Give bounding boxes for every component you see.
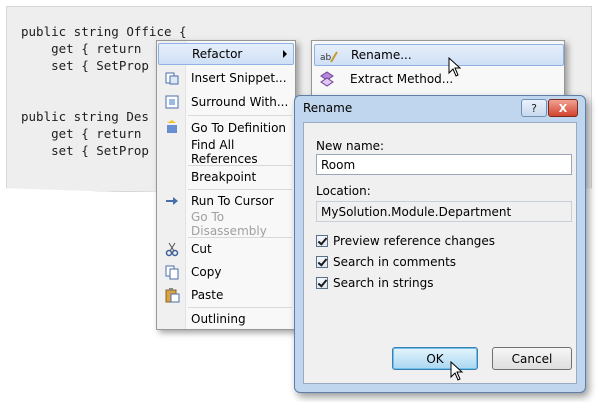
submenu-item-label: Extract Method...	[350, 72, 454, 86]
menu-item-label: Paste	[191, 288, 224, 302]
menu-item-label: Copy	[191, 265, 222, 279]
menu-item-label: Find All References	[191, 138, 258, 166]
search-in-strings-checkbox[interactable]: Search in strings	[316, 275, 434, 291]
checkbox-checked-icon	[316, 235, 328, 247]
checkbox-label: Search in comments	[333, 255, 457, 269]
definition-icon	[164, 120, 180, 136]
code-line-6: get { return	[21, 126, 142, 141]
snippet-icon	[164, 70, 180, 86]
dialog-body: New name: Room Location: MySolution.Modu…	[303, 122, 577, 384]
submenu-item-extract-method[interactable]: Extract Method...	[314, 68, 564, 90]
location-label: Location:	[316, 184, 371, 198]
menu-item-breakpoint[interactable]: Breakpoint	[158, 166, 294, 188]
menu-item-label: Insert Snippet...	[191, 71, 287, 85]
new-name-input[interactable]: Room	[316, 154, 572, 175]
svg-text:ab: ab	[320, 53, 332, 63]
paste-icon	[164, 287, 180, 303]
menu-item-label: Surround With...	[191, 95, 289, 109]
code-line-2: get { return	[21, 41, 142, 56]
new-name-label: New name:	[316, 139, 385, 153]
refactor-submenu: ab Rename... Extract Method...	[311, 40, 565, 98]
menu-item-label: Outlining	[191, 312, 246, 326]
code-line-7: set { SetProp	[21, 143, 149, 158]
menu-item-label: Run To Cursor	[191, 194, 274, 208]
location-field: MySolution.Module.Department	[316, 201, 572, 222]
copy-icon	[164, 264, 180, 280]
menu-item-label: Go To Definition	[191, 121, 287, 135]
checkbox-checked-icon	[316, 256, 328, 268]
dialog-title: Rename	[303, 101, 353, 115]
checkbox-checked-icon	[316, 277, 328, 289]
checkbox-label: Search in strings	[333, 276, 434, 290]
menu-item-refactor[interactable]: Refactor	[158, 43, 294, 65]
submenu-arrow-icon	[283, 50, 287, 58]
menu-item-label: Breakpoint	[191, 170, 257, 184]
close-button[interactable]: X	[548, 99, 578, 117]
menu-item-go-to-disassembly[interactable]: Go To Disassembly	[158, 210, 294, 238]
surround-icon	[164, 94, 180, 110]
menu-item-label: Refactor	[192, 47, 243, 61]
rename-dialog: Rename ? X New name: Room Location: MySo…	[294, 95, 586, 393]
menu-item-run-to-cursor[interactable]: Run To Cursor	[158, 190, 294, 212]
menu-item-label: Cut	[191, 242, 212, 256]
menu-item-find-all-references[interactable]: Find All References	[158, 138, 294, 166]
run-cursor-icon	[164, 193, 180, 209]
code-line-1: public string Office {	[21, 24, 187, 39]
mouse-pointer-icon	[448, 57, 462, 77]
menu-item-paste[interactable]: Paste	[158, 284, 294, 306]
search-in-comments-checkbox[interactable]: Search in comments	[316, 254, 456, 270]
menu-item-surround-with[interactable]: Surround With...	[158, 91, 294, 113]
menu-item-outlining[interactable]: Outlining	[158, 308, 294, 330]
menu-item-cut[interactable]: Cut	[158, 238, 294, 260]
code-line-3: set { SetProp	[21, 58, 149, 73]
menu-item-label: Go To Disassembly	[191, 210, 267, 238]
extract-method-icon	[319, 71, 335, 87]
mouse-pointer-icon	[450, 361, 464, 381]
preview-reference-changes-checkbox[interactable]: Preview reference changes	[316, 233, 495, 249]
code-line-5: public string Des	[21, 109, 149, 124]
submenu-item-label: Rename...	[351, 48, 412, 62]
scissors-icon	[164, 241, 180, 257]
rename-icon: ab	[320, 48, 338, 64]
checkbox-label: Preview reference changes	[333, 234, 496, 248]
menu-separator	[188, 115, 292, 116]
menu-item-insert-snippet[interactable]: Insert Snippet...	[158, 67, 294, 89]
context-menu: Refactor Insert Snippet... Surround With…	[156, 40, 296, 330]
cancel-button[interactable]: Cancel	[492, 347, 572, 370]
submenu-item-rename[interactable]: ab Rename...	[314, 44, 564, 66]
ok-button[interactable]: OK	[392, 347, 478, 370]
help-button[interactable]: ?	[521, 99, 547, 117]
menu-item-go-to-definition[interactable]: Go To Definition	[158, 117, 294, 139]
menu-item-copy[interactable]: Copy	[158, 261, 294, 283]
